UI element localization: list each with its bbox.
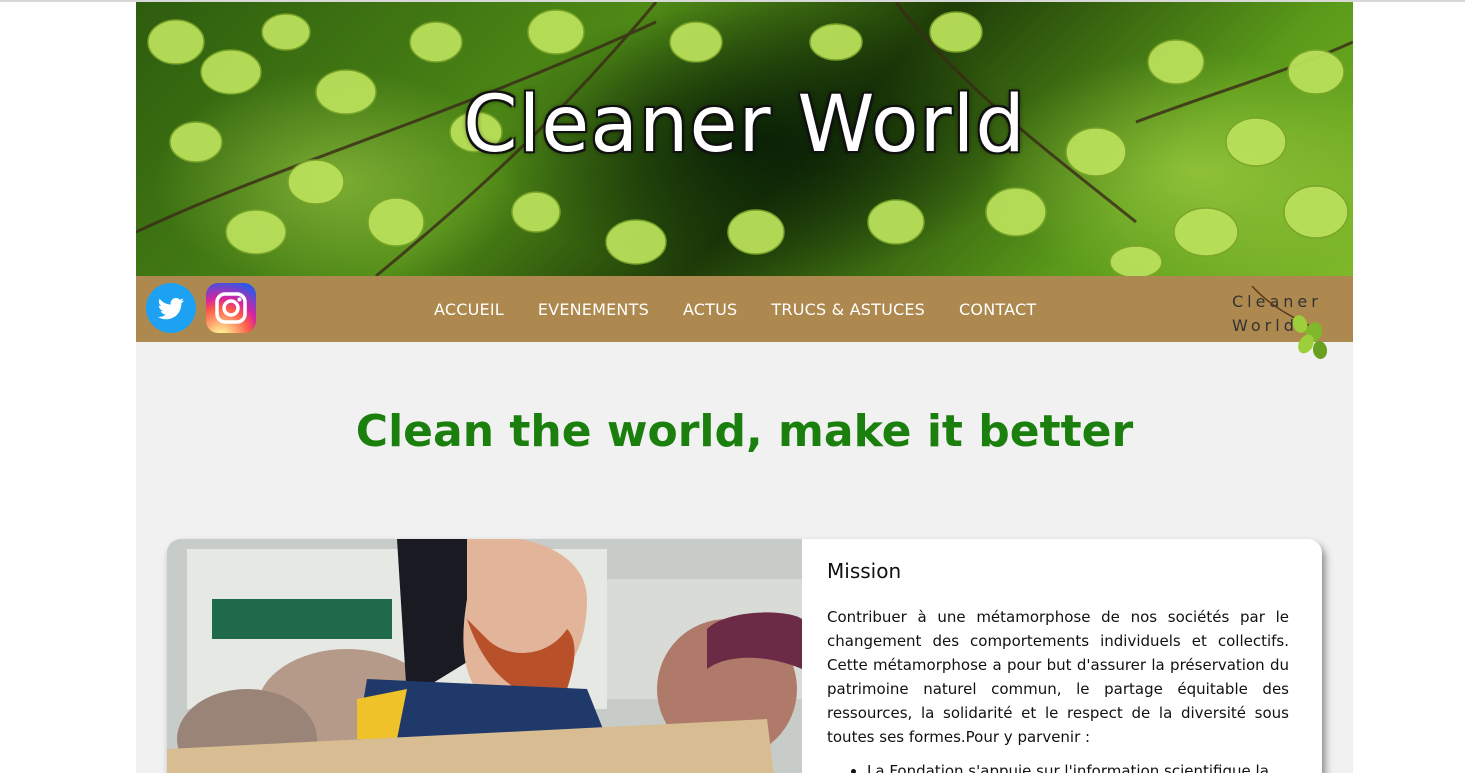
- nav-menu: ACCUEIL EVENEMENTS ACTUS TRUCS & ASTUCES…: [434, 276, 1070, 342]
- nav-item-evenements[interactable]: EVENEMENTS: [538, 300, 649, 319]
- nav-item-trucs-astuces[interactable]: TRUCS & ASTUCES: [771, 300, 925, 319]
- site-logo[interactable]: Cleaner World: [1230, 286, 1340, 366]
- page-container: Cleaner World ACCUEIL EVENEMENTS ACTUS T…: [136, 2, 1353, 773]
- mission-list: La Fondation s'appuie sur l'information …: [827, 759, 1289, 773]
- mission-title: Mission: [827, 559, 902, 583]
- protester-photo: [167, 539, 802, 773]
- hero-title: Cleaner World: [463, 80, 1026, 170]
- nav-item-actus[interactable]: ACTUS: [683, 300, 737, 319]
- nav-item-contact[interactable]: CONTACT: [959, 300, 1036, 319]
- main-navbar: ACCUEIL EVENEMENTS ACTUS TRUCS & ASTUCES…: [136, 276, 1353, 359]
- list-item: La Fondation s'appuie sur l'information …: [867, 759, 1289, 773]
- twitter-icon[interactable]: [146, 283, 196, 333]
- mission-card: Mission Contribuer à une métamorphose de…: [167, 539, 1322, 773]
- mission-content: Mission Contribuer à une métamorphose de…: [827, 539, 1289, 773]
- page-headline: Clean the world, make it better: [355, 406, 1134, 457]
- mission-text: Contribuer à une métamorphose de nos soc…: [827, 608, 1289, 746]
- logo-leaf-icon: [1251, 286, 1328, 359]
- hero-banner: Cleaner World: [136, 2, 1353, 276]
- nav-item-accueil[interactable]: ACCUEIL: [434, 300, 504, 319]
- instagram-icon[interactable]: [206, 283, 256, 333]
